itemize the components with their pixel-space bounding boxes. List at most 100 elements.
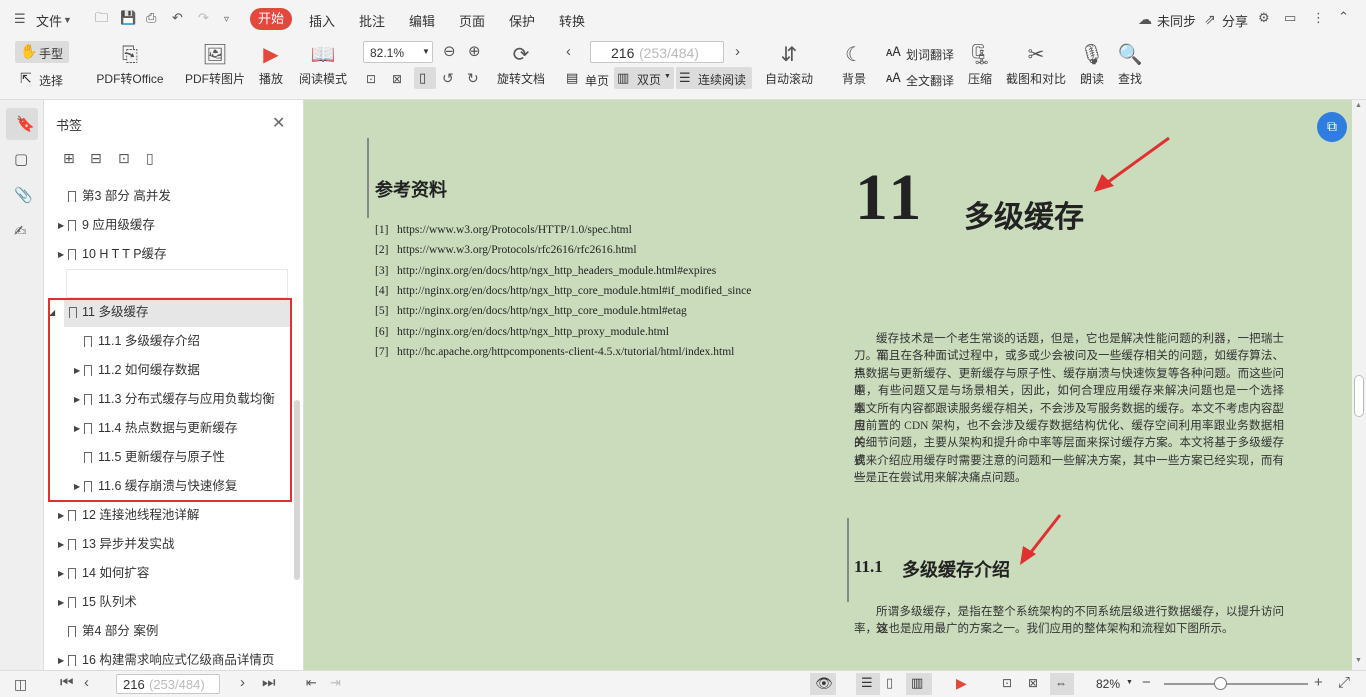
thumbnail-icon[interactable]: ▢ <box>14 152 28 168</box>
hand-tool-button[interactable]: ✋ 手型 <box>15 41 69 63</box>
expand-right-icon[interactable]: ▶ <box>58 240 64 269</box>
collapse-ribbon-icon[interactable]: ⌃ <box>1338 9 1349 25</box>
bookmark-item[interactable]: ▶ 10 H T T P缓存 <box>54 240 290 269</box>
chevron-down-icon[interactable]: ▼ <box>1126 679 1133 686</box>
fit-width-button[interactable]: ▯ <box>414 67 436 89</box>
eye-protect-button[interactable]: 👁 <box>810 673 836 695</box>
scroll-down-icon[interactable]: ▼ <box>1355 657 1362 664</box>
document-scrollbar[interactable]: ▲ ▼ <box>1352 100 1366 670</box>
actual-size-icon[interactable]: ⊡ <box>1002 675 1012 691</box>
back-icon[interactable]: ⇤ <box>306 675 317 691</box>
page-number-input[interactable]: 216 (253/484) <box>590 41 724 63</box>
compress-button[interactable]: 🗜 压缩 <box>964 42 996 87</box>
rotate-left-icon[interactable]: ↺ <box>442 70 454 86</box>
save-icon[interactable]: 💾 <box>120 10 136 26</box>
continuous-read-button[interactable]: ☰ 连续阅读 <box>676 67 752 89</box>
bookmark-panel-button[interactable]: 🔖 <box>6 108 38 140</box>
tab-page[interactable]: 页面 <box>459 11 485 30</box>
read-mode-button[interactable]: 📖 阅读模式 <box>296 42 350 87</box>
first-page-icon[interactable]: ⏮ <box>60 675 74 691</box>
hamburger-icon[interactable]: ☰ <box>14 11 26 27</box>
play-icon[interactable]: ▶ <box>956 675 967 691</box>
bookmark-item[interactable]: ▶ 14 如何扩容 <box>54 559 290 588</box>
zoom-slider-thumb[interactable] <box>1214 677 1227 690</box>
next-page-icon[interactable]: › <box>735 44 740 60</box>
auto-scroll-button[interactable]: ⇵ 自动滚动 <box>760 42 818 87</box>
bookmark-add-icon[interactable]: ⊡ <box>118 150 130 166</box>
expand-right-icon[interactable]: ▶ <box>58 530 64 559</box>
zoom-out-icon[interactable]: − <box>1142 675 1151 691</box>
sync-status[interactable]: 未同步 <box>1157 11 1196 30</box>
open-folder-icon[interactable]: 🗀 <box>95 10 108 26</box>
tab-comment[interactable]: 批注 <box>359 11 385 30</box>
continuous-view-button[interactable]: ☰ <box>856 673 880 695</box>
panel-scrollbar[interactable] <box>294 400 300 580</box>
expand-right-icon[interactable]: ▶ <box>58 211 64 240</box>
comment-icon[interactable]: ▭ <box>1284 10 1296 26</box>
remove-bookmark-icon[interactable]: ⊟ <box>90 150 102 166</box>
expand-right-icon[interactable]: ▶ <box>58 559 64 588</box>
scrollbar-thumb[interactable] <box>1354 375 1364 417</box>
zoom-select[interactable]: 82.1% ▼ <box>363 41 433 63</box>
more-icon[interactable]: ⋮ <box>1312 10 1325 26</box>
share-button[interactable]: 分享 <box>1222 11 1248 30</box>
double-page-button[interactable]: ▥ 双页 ▼ <box>614 67 674 89</box>
print-icon[interactable]: ⎙ <box>146 10 156 26</box>
signature-icon[interactable]: ✍ <box>14 224 27 240</box>
fit-page-icon[interactable]: ⊠ <box>392 71 402 87</box>
fullscreen-icon[interactable]: ⤢ <box>1338 675 1350 691</box>
rotate-doc-button[interactable]: ⟳ 旋转文档 <box>494 42 548 87</box>
fit-page-icon[interactable]: ⊠ <box>1028 675 1038 691</box>
tab-edit[interactable]: 编辑 <box>409 11 435 30</box>
rotate-right-icon[interactable]: ↻ <box>467 70 479 86</box>
scroll-up-icon[interactable]: ▲ <box>1355 102 1362 109</box>
prev-page-icon[interactable]: ‹ <box>84 675 89 691</box>
pdf-to-office-button[interactable]: ⎘ PDF转Office <box>90 42 170 87</box>
bookmark-item[interactable]: ▶ 15 队列术 <box>54 588 290 617</box>
zoom-in-icon[interactable]: + <box>1314 675 1323 691</box>
bookmark-item[interactable]: 第3 部分 高并发 <box>54 182 290 211</box>
read-aloud-button[interactable]: 🎙 朗读 <box>1076 42 1108 87</box>
prev-page-icon[interactable]: ‹ <box>566 44 571 60</box>
more-dropdown-icon[interactable]: ▿ <box>224 12 229 28</box>
close-icon[interactable]: ✕ <box>272 113 285 133</box>
gear-icon[interactable]: ⚙ <box>1258 10 1270 26</box>
bookmark-item[interactable]: 第4 部分 案例 <box>54 617 290 646</box>
bookmark-item[interactable]: ▶ 13 异步并发实战 <box>54 530 290 559</box>
expand-right-icon[interactable]: ▶ <box>58 588 64 617</box>
bookmark-item[interactable]: ▶ 9 应用级缓存 <box>54 211 290 240</box>
zoom-in-icon[interactable]: ⊕ <box>468 44 481 60</box>
tab-protect[interactable]: 保护 <box>509 11 535 30</box>
redo-icon[interactable]: ↷ <box>198 10 209 26</box>
search-button[interactable]: 🔍 查找 <box>1114 42 1146 87</box>
next-page-icon[interactable]: › <box>240 675 245 691</box>
single-page-icon[interactable]: ▯ <box>886 675 893 691</box>
tab-insert[interactable]: 插入 <box>309 11 335 30</box>
document-view[interactable]: 参考资料 [1] https://www.w3.org/Protocols/HTT… <box>304 100 1352 670</box>
word-translate-button[interactable]: 🗚 划词翻译 <box>886 42 958 64</box>
actual-size-icon[interactable]: ⊡ <box>366 71 376 87</box>
background-button[interactable]: ☾ 背景 <box>836 42 872 87</box>
share-icon[interactable]: ⇗ <box>1204 11 1216 27</box>
full-translate-button[interactable]: 🗚 全文翻译 <box>886 68 958 90</box>
zoom-slider[interactable] <box>1164 683 1308 685</box>
sidebar-toggle-icon[interactable]: ◫ <box>14 676 27 692</box>
bookmark-outline-icon[interactable]: ▯ <box>146 150 154 166</box>
last-page-icon[interactable]: ⏭ <box>262 675 276 691</box>
status-page-input[interactable]: 216 (253/484) <box>116 674 220 694</box>
play-button[interactable]: ▶ 播放 <box>254 42 288 87</box>
fit-width-button[interactable]: ⇔ <box>1050 673 1074 695</box>
pdf-to-image-button[interactable]: 🖼 PDF转图片 <box>184 42 246 87</box>
expand-right-icon[interactable]: ▶ <box>58 501 64 530</box>
bookmark-item[interactable]: ▶ 12 连接池线程池详解 <box>54 501 290 530</box>
attachment-icon[interactable]: 📎 <box>14 188 33 204</box>
cloud-icon[interactable]: ☁ <box>1138 11 1152 27</box>
single-page-button[interactable]: ▤ 单页 <box>563 68 613 90</box>
add-bookmark-icon[interactable]: ⊞ <box>63 150 75 166</box>
forward-icon[interactable]: ⇥ <box>330 675 341 691</box>
screenshot-compare-button[interactable]: ✂ 截图和对比 <box>1004 42 1068 87</box>
chevron-down-icon[interactable]: ▼ <box>63 12 72 28</box>
file-menu[interactable]: 文件 <box>36 11 62 30</box>
status-zoom[interactable]: 82% <box>1096 677 1120 691</box>
tab-start[interactable]: 开始 <box>250 8 292 30</box>
